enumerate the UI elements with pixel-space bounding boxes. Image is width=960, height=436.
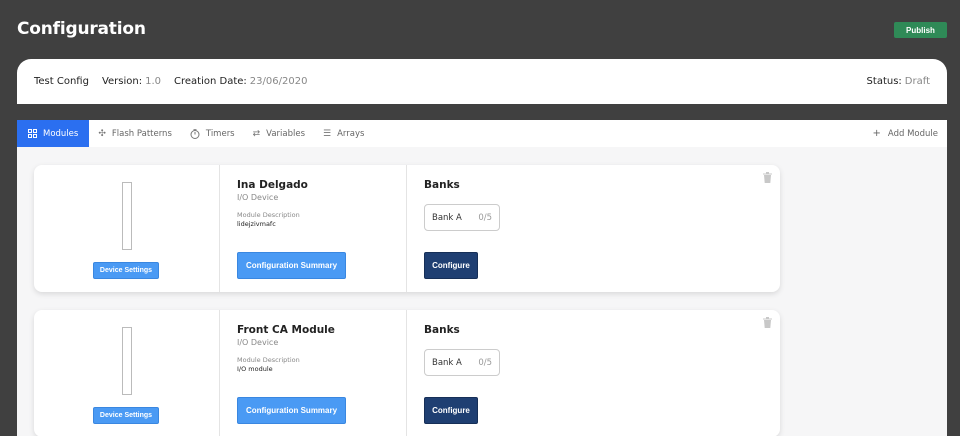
module-banks-column: Banks Bank A 0/5 Configure xyxy=(407,165,780,292)
tab-flash-patterns[interactable]: ✣ Flash Patterns xyxy=(89,120,181,147)
module-name: Ina Delgado xyxy=(237,179,308,191)
version-value: 1.0 xyxy=(145,76,162,87)
config-name: Test Config xyxy=(34,76,89,87)
tab-label: Variables xyxy=(266,128,306,139)
creation-date-label: Creation Date: xyxy=(174,76,247,87)
main-panel: Modules ✣ Flash Patterns Timers ⇄ Variab… xyxy=(17,120,947,436)
tab-timers[interactable]: Timers xyxy=(181,120,244,147)
configuration-summary-button[interactable]: Configuration Summary xyxy=(237,397,346,424)
config-creation-date: Creation Date: 23/06/2020 xyxy=(174,76,307,87)
add-module-button[interactable]: + Add Module xyxy=(873,120,938,147)
module-info-column: Ina Delgado I/O Device Module Descriptio… xyxy=(220,165,407,292)
bank-chip[interactable]: Bank A 0/5 xyxy=(424,349,500,376)
list-icon: ☰ xyxy=(323,128,332,139)
tab-label: Flash Patterns xyxy=(111,128,172,139)
tab-bar: Modules ✣ Flash Patterns Timers ⇄ Variab… xyxy=(17,120,947,147)
module-info-column: Front CA Module I/O Device Module Descri… xyxy=(220,310,407,436)
bank-chip[interactable]: Bank A 0/5 xyxy=(424,204,500,231)
module-card: Device Settings Ina Delgado I/O Device M… xyxy=(34,165,780,292)
page-title: Configuration xyxy=(17,19,146,39)
bank-count: 0/5 xyxy=(478,357,492,368)
tab-label: Arrays xyxy=(337,128,365,139)
creation-date-value: 23/06/2020 xyxy=(249,76,308,87)
tab-label: Modules xyxy=(43,128,79,139)
status-label: Status: xyxy=(866,76,902,87)
module-description: lidejzivmafc xyxy=(237,220,276,228)
module-image-column: Device Settings xyxy=(34,310,220,436)
tab-variables[interactable]: ⇄ Variables xyxy=(244,120,314,147)
configuration-summary-button[interactable]: Configuration Summary xyxy=(237,252,346,279)
module-description: I/O module xyxy=(237,365,273,373)
module-card: Device Settings Front CA Module I/O Devi… xyxy=(34,310,780,436)
device-settings-button[interactable]: Device Settings xyxy=(93,407,159,424)
tab-arrays[interactable]: ☰ Arrays xyxy=(314,120,373,147)
configure-button[interactable]: Configure xyxy=(424,252,478,279)
module-image xyxy=(122,327,132,395)
module-name: Front CA Module xyxy=(237,324,335,336)
bank-count: 0/5 xyxy=(478,212,492,223)
banks-title: Banks xyxy=(424,324,460,336)
bank-name: Bank A xyxy=(432,212,462,223)
banks-title: Banks xyxy=(424,179,460,191)
module-type: I/O Device xyxy=(237,338,279,347)
module-type: I/O Device xyxy=(237,193,279,202)
add-module-label: Add Module xyxy=(887,128,938,139)
tab-label: Timers xyxy=(205,128,235,139)
grid-icon xyxy=(28,129,37,138)
module-image-column: Device Settings xyxy=(34,165,220,292)
version-label: Version: xyxy=(101,76,143,87)
publish-button[interactable]: Publish xyxy=(894,22,947,38)
config-version: Version: 1.0 xyxy=(102,76,161,87)
module-image xyxy=(122,182,132,250)
trash-icon[interactable] xyxy=(763,172,772,183)
module-description-label: Module Description xyxy=(237,211,300,219)
sparkle-icon: ✣ xyxy=(98,128,106,139)
plus-icon: + xyxy=(872,128,881,139)
variables-icon: ⇄ xyxy=(252,128,261,139)
module-banks-column: Banks Bank A 0/5 Configure xyxy=(407,310,780,436)
status-value: Draft xyxy=(904,76,930,87)
config-info-bar: Test Config Version: 1.0 Creation Date: 23… xyxy=(17,59,947,104)
bank-name: Bank A xyxy=(432,357,462,368)
device-settings-button[interactable]: Device Settings xyxy=(93,262,159,279)
module-description-label: Module Description xyxy=(237,356,300,364)
tab-modules[interactable]: Modules xyxy=(17,120,90,147)
configure-button[interactable]: Configure xyxy=(424,397,478,424)
config-status: Status: Draft xyxy=(867,76,930,87)
trash-icon[interactable] xyxy=(763,317,772,328)
timer-icon xyxy=(190,128,200,139)
